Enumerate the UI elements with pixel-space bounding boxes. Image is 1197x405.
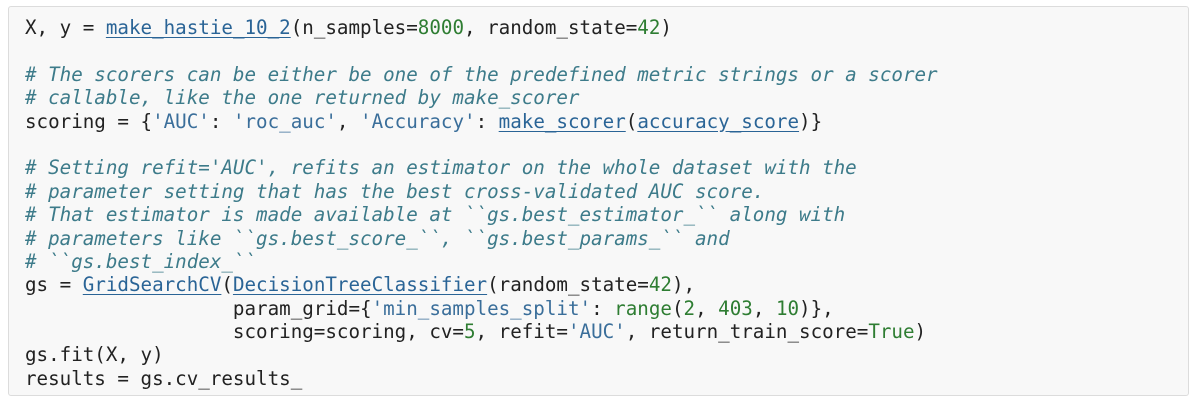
code-line: # parameters like ``gs.best_score_``, ``…: [25, 227, 938, 250]
code-lines: X, y = make_hastie_10_2(n_samples=8000, …: [25, 16, 938, 390]
code-text: )}: [799, 109, 823, 133]
code-line: scoring = {'AUC': 'roc_auc', 'Accuracy':…: [25, 110, 938, 133]
code-block: X, y = make_hastie_10_2(n_samples=8000, …: [8, 6, 1189, 396]
code-number: 42: [637, 16, 661, 39]
code-comment: # ``gs.best_index_``: [25, 249, 257, 273]
code-text: X, y =: [25, 16, 106, 39]
code-line: param_grid={'min_samples_split': range(2…: [25, 297, 938, 320]
code-text: ): [660, 16, 672, 39]
code-text: ,: [752, 296, 776, 320]
code-text: ,: [336, 109, 361, 133]
code-link[interactable]: accuracy_score: [637, 110, 799, 133]
code-text: :: [475, 109, 499, 133]
code-number: 2: [683, 296, 696, 320]
code-link[interactable]: make_hastie_10_2: [106, 16, 291, 39]
code-comment: # The scorers can be either be one of th…: [25, 62, 938, 86]
code-line: scoring=scoring, cv=5, refit='AUC', retu…: [25, 320, 938, 343]
code-comment: # callable, like the one returned by mak…: [25, 86, 580, 110]
code-text: , refit=: [475, 320, 568, 344]
code-text: param_grid={: [25, 296, 372, 320]
code-text: , return_train_score=: [625, 320, 869, 344]
code-comment: # That estimator is made available at ``…: [25, 203, 846, 227]
code-text: (: [671, 296, 684, 320]
code-link[interactable]: GridSearchCV: [83, 273, 222, 296]
code-line: results = gs.cv_results_: [25, 367, 938, 390]
code-text: (random_state=: [487, 273, 649, 297]
code-line: # callable, like the one returned by mak…: [25, 86, 938, 109]
code-text: ): [914, 320, 927, 344]
code-text: scoring=scoring, cv=: [25, 320, 464, 344]
code-comment: # parameter setting that has the best cr…: [25, 179, 765, 203]
code-link[interactable]: make_scorer: [499, 110, 626, 133]
code-number: 10: [775, 296, 800, 320]
code-line: gs.fit(X, y): [25, 343, 938, 366]
code-text: )},: [799, 296, 834, 320]
code-line: # ``gs.best_index_``: [25, 250, 938, 273]
code-string: 'Accuracy': [360, 109, 476, 133]
code-number: 42: [648, 273, 672, 297]
code-string: 'AUC': [567, 320, 626, 344]
code-text: , random_state=: [464, 16, 638, 39]
code-text: gs =: [25, 273, 83, 297]
code-line: # The scorers can be either be one of th…: [25, 63, 938, 86]
code-text: :: [209, 109, 233, 133]
code-text: scoring = {: [25, 109, 153, 133]
code-comment: # parameters like ``gs.best_score_``, ``…: [25, 226, 730, 250]
code-line: # Setting refit='AUC', refits an estimat…: [25, 156, 938, 179]
code-number: 5: [463, 320, 476, 344]
code-link[interactable]: DecisionTreeClassifier: [233, 273, 487, 296]
code-text: (n_samples=: [290, 16, 418, 39]
code-text: gs.fit(X, y): [25, 343, 164, 367]
code-string: 'AUC': [152, 109, 210, 133]
code-string: 'min_samples_split': [371, 296, 592, 320]
code-builtin: range: [614, 296, 672, 320]
code-string: 'roc_auc': [232, 109, 337, 133]
code-comment: # Setting refit='AUC', refits an estimat…: [25, 156, 857, 180]
code-text: ,: [695, 296, 719, 320]
code-line: X, y = make_hastie_10_2(n_samples=8000, …: [25, 16, 938, 39]
code-text: (: [221, 273, 233, 297]
code-number: 8000: [417, 16, 465, 39]
code-line: gs = GridSearchCV(DecisionTreeClassifier…: [25, 273, 938, 296]
code-text: ),: [671, 273, 696, 297]
code-text: (: [625, 109, 638, 133]
code-number: 403: [718, 296, 753, 320]
code-line: # parameter setting that has the best cr…: [25, 180, 938, 203]
code-builtin: True: [868, 320, 915, 344]
code-text: :: [591, 296, 615, 320]
code-line: # That estimator is made available at ``…: [25, 203, 938, 226]
code-text: results = gs.cv_results_: [25, 366, 303, 390]
